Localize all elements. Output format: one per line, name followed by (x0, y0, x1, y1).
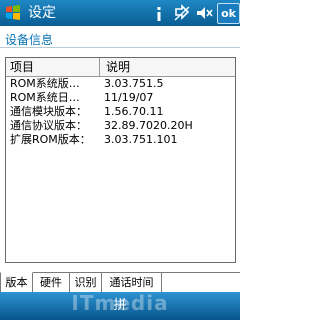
item-value: 3.03.751.101 (104, 133, 178, 146)
list-item[interactable]: ROM系统版… 3.03.751.5 (6, 77, 235, 91)
item-name: 通信模块版本： (10, 105, 87, 118)
device-info-list[interactable]: 项目 说明 ROM系统版… 3.03.751.5 ROM系统日… 11/19/0… (5, 57, 236, 263)
item-name: ROM系统日… (10, 91, 80, 104)
connectivity-icon[interactable] (172, 3, 192, 23)
item-value: 1.56.70.11 (104, 105, 164, 118)
list-item[interactable]: 通信模块版本： 1.56.70.11 (6, 105, 235, 119)
info-icon[interactable] (154, 3, 164, 23)
item-value: 32.89.7020.20H (104, 119, 193, 132)
column-header-description[interactable]: 说明 (101, 58, 235, 76)
app-title: 设定 (28, 5, 56, 21)
column-header-item[interactable]: 项目 (6, 58, 100, 76)
column-header-row: 项目 说明 (6, 58, 235, 77)
heading-divider (0, 47, 240, 48)
list-item[interactable]: ROM系统日… 11/19/07 (6, 91, 235, 105)
list-item[interactable]: 扩展ROM版本： 3.03.751.101 (6, 133, 235, 147)
tab-version[interactable]: 版本 (0, 272, 33, 293)
list-item[interactable]: 通信协议版本： 32.89.7020.20H (6, 119, 235, 133)
windows-start-icon[interactable] (3, 3, 23, 23)
item-name: 通信协议版本： (10, 119, 87, 132)
item-value: 3.03.751.5 (104, 77, 164, 90)
page-heading: 设备信息 (5, 33, 54, 47)
item-value: 11/19/07 (104, 91, 154, 104)
watermark-logo: ITmedia (71, 291, 169, 315)
list-rows: ROM系统版… 3.03.751.5 ROM系统日… 11/19/07 通信模块… (6, 77, 235, 147)
item-name: ROM系统版… (10, 77, 80, 90)
item-name: 扩展ROM版本： (10, 133, 91, 146)
volume-icon[interactable] (194, 3, 214, 23)
ok-button[interactable]: ok (217, 3, 240, 24)
title-bar: 设定 ok (0, 0, 240, 26)
